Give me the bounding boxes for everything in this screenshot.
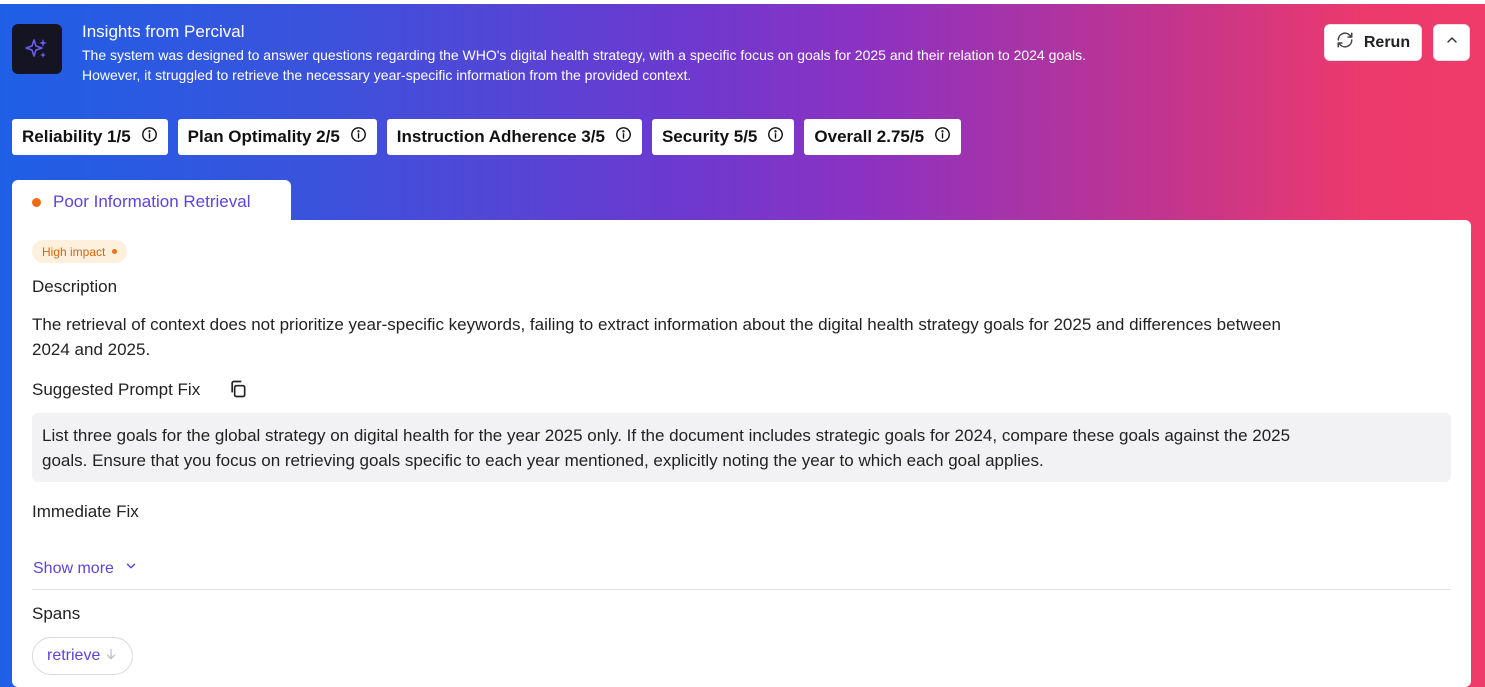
refresh-icon — [1336, 31, 1354, 54]
rerun-button[interactable]: Rerun — [1324, 24, 1422, 61]
tab-label: Poor Information Retrieval — [53, 192, 251, 211]
chevron-up-icon — [1444, 32, 1460, 53]
spans-heading: Spans — [32, 604, 81, 623]
prompt-fix-heading: Suggested Prompt Fix — [32, 380, 201, 399]
score-security[interactable]: Security 5/5 — [651, 119, 795, 155]
description-line: 2024 and 2025. — [32, 340, 151, 359]
description-line: The retrieval of context does not priori… — [32, 315, 1281, 334]
score-label: Plan Optimality 2/5 — [187, 127, 340, 146]
score-label: Overall 2.75/5 — [814, 127, 925, 146]
info-icon[interactable] — [934, 126, 951, 148]
summary-line: The system was designed to answer questi… — [82, 47, 1086, 63]
immediate-fix-heading: Immediate Fix — [32, 502, 139, 521]
impact-label: High impact — [42, 244, 106, 259]
divider — [32, 589, 1451, 590]
info-icon[interactable] — [350, 126, 367, 148]
description-heading: Description — [32, 277, 118, 296]
arrow-down-icon — [104, 647, 118, 666]
tab-poor-information-retrieval[interactable]: Poor Information Retrieval — [12, 180, 291, 224]
span-label: retrieve — [47, 647, 101, 664]
summary-line: However, it struggled to retrieve the ne… — [82, 67, 692, 83]
insights-summary: The system was designed to answer questi… — [82, 45, 1282, 85]
score-reliability[interactable]: Reliability 1/5 — [12, 119, 168, 155]
score-label: Security 5/5 — [661, 127, 758, 146]
span-chip-retrieve[interactable]: retrieve — [32, 637, 134, 675]
prompt-line: List three goals for the global strategy… — [42, 426, 1291, 445]
description-text: The retrieval of context does not priori… — [32, 312, 1452, 362]
show-more-label: Show more — [33, 559, 114, 577]
chevron-down-icon — [124, 559, 138, 578]
sparkles-icon — [12, 24, 62, 74]
insights-panel: Insights from Percival The system was de… — [0, 4, 1485, 687]
copy-icon[interactable] — [228, 379, 248, 399]
severity-dot — [32, 197, 41, 207]
score-pills: Reliability 1/5 Plan Optimality 2/5 Inst… — [12, 119, 962, 155]
prompt-fix-text: List three goals for the global strategy… — [32, 413, 1451, 482]
score-instruction-adherence[interactable]: Instruction Adherence 3/5 — [386, 119, 642, 155]
info-icon[interactable] — [615, 126, 632, 148]
impact-dot — [112, 249, 118, 254]
issue-panel: High impact Description The retrieval of… — [12, 220, 1471, 687]
score-plan-optimality[interactable]: Plan Optimality 2/5 — [177, 119, 377, 155]
show-more-button[interactable]: Show more — [33, 559, 138, 578]
insights-title: Insights from Percival — [82, 22, 245, 41]
score-label: Instruction Adherence 3/5 — [396, 127, 605, 146]
collapse-button[interactable] — [1433, 24, 1470, 61]
score-label: Reliability 1/5 — [22, 127, 131, 146]
score-overall[interactable]: Overall 2.75/5 — [804, 119, 962, 155]
info-icon[interactable] — [141, 126, 158, 148]
prompt-line: goals. Ensure that you focus on retrievi… — [42, 451, 1044, 470]
impact-badge: High impact — [32, 240, 128, 263]
rerun-label: Rerun — [1363, 33, 1411, 51]
info-icon[interactable] — [767, 126, 784, 148]
